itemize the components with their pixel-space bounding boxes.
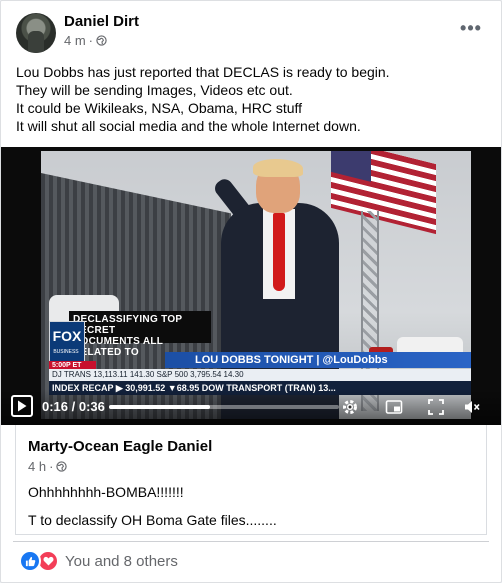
- post-card: Daniel Dirt 4 m · ••• Lou Dobbs has just…: [0, 0, 502, 583]
- news-chyron: DECLASSIFYING TOP SECRET DOCUMENTS ALL R…: [69, 311, 211, 358]
- reactions-summary[interactable]: You and 8 others: [19, 550, 178, 572]
- fullscreen-icon[interactable]: [427, 398, 445, 416]
- gear-icon[interactable]: [341, 398, 359, 416]
- chyron-line: DECLASSIFYING TOP SECRET: [73, 314, 183, 336]
- shared-post-text: T to declassify OH Boma Gate files......…: [28, 512, 277, 528]
- more-options-button[interactable]: •••: [456, 17, 486, 39]
- american-flag-image: [331, 151, 436, 235]
- picture-in-picture-icon[interactable]: [385, 398, 403, 416]
- video-frame: DECLASSIFYING TOP SECRET DOCUMENTS ALL R…: [41, 151, 471, 419]
- avatar[interactable]: [16, 13, 56, 53]
- video-time-display: 0:16 / 0:36: [42, 399, 105, 414]
- person-hair-image: [253, 159, 303, 177]
- post-text: Lou Dobbs has just reported that DECLAS …: [16, 63, 486, 135]
- video-progress-fill: [109, 405, 211, 409]
- like-reaction-icon: [19, 550, 41, 572]
- meta-separator: ·: [49, 459, 54, 474]
- video-controls: 0:16 / 0:36: [1, 389, 501, 425]
- divider: [13, 541, 489, 542]
- post-header: Daniel Dirt 4 m · •••: [16, 11, 486, 55]
- post-text-line: It will shut all social media and the wh…: [16, 118, 361, 134]
- show-title-bar: LOU DOBBS TONIGHT | @LouDobbs: [165, 352, 471, 368]
- volume-muted-icon[interactable]: [463, 398, 481, 416]
- post-meta: 4 m ·: [64, 33, 107, 48]
- play-button[interactable]: [11, 395, 33, 417]
- video-player[interactable]: DECLASSIFYING TOP SECRET DOCUMENTS ALL R…: [1, 147, 501, 425]
- video-progress-bar[interactable]: [109, 405, 339, 409]
- network-sub-label: BUSINESS: [53, 349, 79, 355]
- post-timestamp[interactable]: 4 m: [64, 33, 86, 48]
- globe-icon: [56, 461, 68, 472]
- shared-timestamp[interactable]: 4 h: [28, 459, 46, 474]
- post-text-line: It could be Wikileaks, NSA, Obama, HRC s…: [16, 100, 303, 116]
- meta-separator: ·: [88, 33, 94, 48]
- play-icon: [18, 400, 27, 412]
- author-name[interactable]: Daniel Dirt: [64, 13, 139, 30]
- network-logo: FOX: [49, 321, 85, 363]
- reactions-count-text[interactable]: You and 8 others: [65, 553, 178, 570]
- stock-ticker: DJ TRANS 13,113.11 141.30 S&P 500 3,795.…: [49, 369, 471, 381]
- shared-post-text: Ohhhhhhhh-BOMBA!!!!!!!: [28, 484, 184, 500]
- globe-icon: [96, 35, 107, 46]
- post-text-line: Lou Dobbs has just reported that DECLAS …: [16, 64, 390, 80]
- person-tie-image: [273, 213, 285, 291]
- shared-author-name[interactable]: Marty-Ocean Eagle Daniel: [28, 438, 212, 455]
- shared-post-meta: 4 h ·: [28, 459, 68, 474]
- post-text-line: They will be sending Images, Videos etc …: [16, 82, 293, 98]
